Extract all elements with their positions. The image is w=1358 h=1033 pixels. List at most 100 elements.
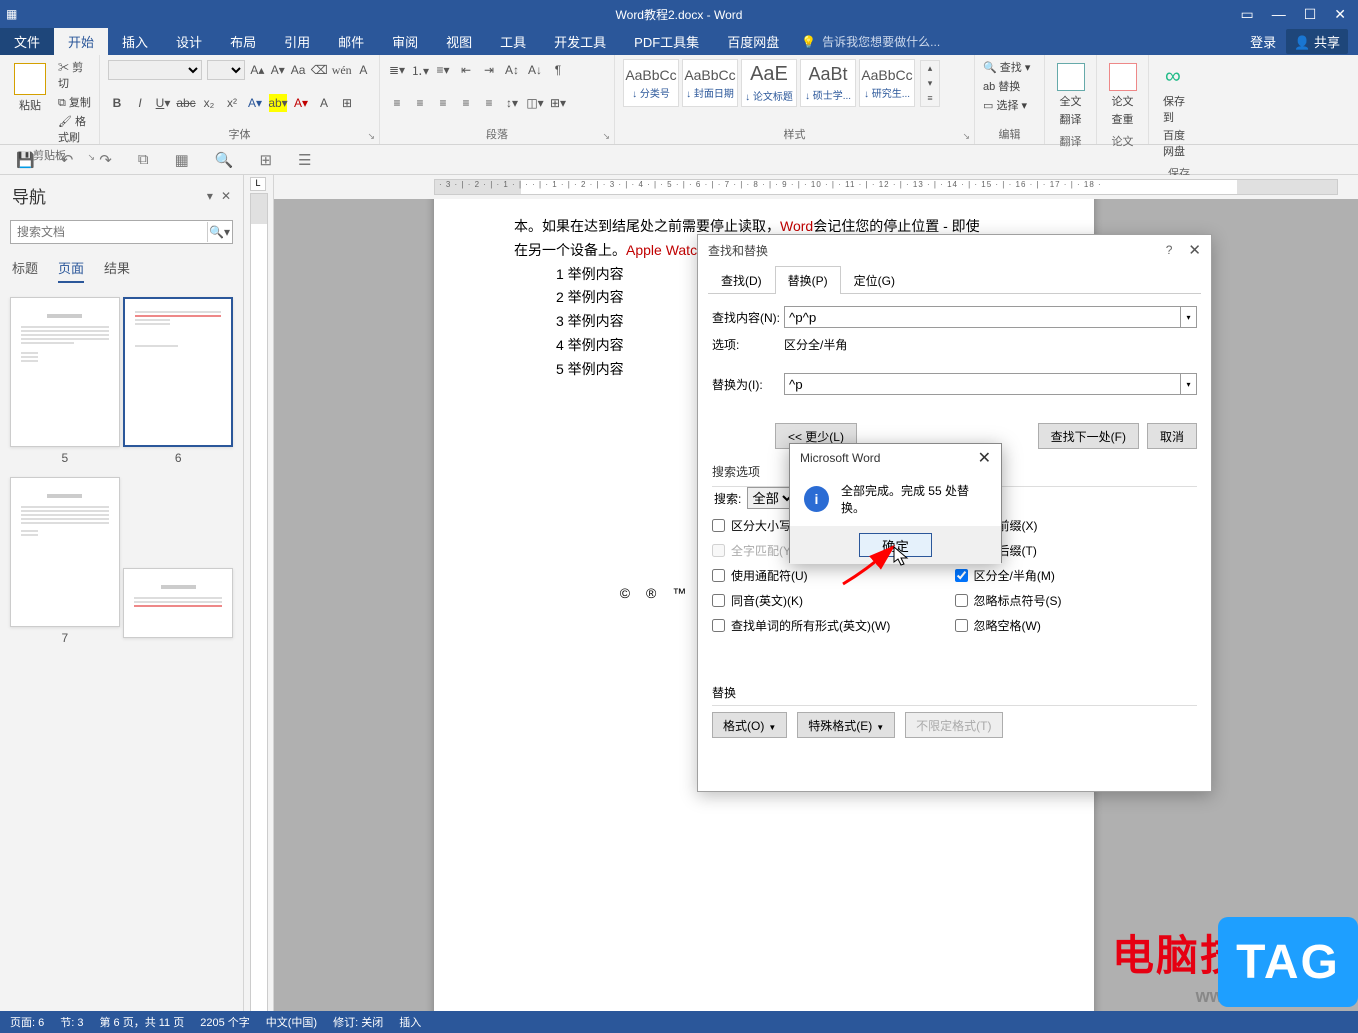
chk-all-forms[interactable]: 查找单词的所有形式(英文)(W)	[712, 617, 955, 634]
select-button[interactable]: ▭ 选择 ▾	[983, 97, 1036, 113]
chk-space[interactable]: 忽略空格(W)	[955, 617, 1198, 634]
underline-icon[interactable]: U▾	[154, 94, 172, 112]
style-gallery[interactable]: AaBbCc↓ 分类号 AaBbCc↓ 封面日期 AaE↓ 论文标题 AaBt↓…	[623, 59, 918, 107]
tab-file[interactable]: 文件	[0, 28, 54, 55]
styles-launcher[interactable]: ↘	[962, 131, 970, 142]
format-painter-button[interactable]: 🖌 格式刷	[58, 113, 91, 145]
borders-icon[interactable]: ⊞▾	[549, 94, 567, 112]
numbering-icon[interactable]: ⒈▾	[411, 61, 429, 79]
copy-button[interactable]: ⧉ 复制	[58, 94, 91, 110]
find-input[interactable]	[784, 306, 1181, 328]
special-button[interactable]: 特殊格式(E)▼	[797, 712, 895, 738]
italic-icon[interactable]: I	[131, 94, 149, 112]
minimize-icon[interactable]: —	[1272, 6, 1286, 23]
msgbox-close-icon[interactable]: ✕	[978, 448, 991, 468]
msgbox-ok-button[interactable]: 确定	[859, 533, 932, 557]
paste-button[interactable]: 粘贴	[8, 59, 52, 117]
horizontal-ruler[interactable]: · 3 · | · 2 · | · 1 · | · · | · 1 · | · …	[434, 179, 1338, 195]
tab-developer[interactable]: 开发工具	[540, 28, 620, 55]
qat-icon-6[interactable]: 🔍	[215, 151, 234, 169]
chk-width[interactable]: 区分全/半角(M)	[955, 567, 1198, 584]
status-track[interactable]: 修订: 关闭	[333, 1014, 383, 1030]
dialog-help-icon[interactable]: ?	[1166, 243, 1173, 257]
indent-inc-icon[interactable]: ⇥	[480, 61, 498, 79]
maximize-icon[interactable]: ☐	[1304, 6, 1317, 23]
save-baidu-button[interactable]: ∞ 保存到 百度网盘	[1157, 59, 1201, 163]
styles-more-icon[interactable]: ≡	[921, 91, 939, 106]
font-size-select[interactable]	[207, 60, 245, 80]
font-family-select[interactable]	[108, 60, 202, 80]
tab-tools[interactable]: 工具	[486, 28, 540, 55]
font-color-icon[interactable]: A▾	[292, 94, 310, 112]
tab-selector[interactable]: L	[250, 177, 266, 191]
share-button[interactable]: 👤 共享	[1286, 29, 1348, 54]
nav-tab-pages[interactable]: 页面	[58, 258, 84, 283]
char-shading-icon[interactable]: A	[315, 94, 333, 112]
find-next-button[interactable]: 查找下一处(F)	[1038, 423, 1139, 449]
superscript-icon[interactable]: x²	[223, 94, 241, 112]
find-dropdown[interactable]: ▾	[1181, 306, 1197, 328]
shrink-font-icon[interactable]: A▾	[270, 61, 285, 79]
multilevel-icon[interactable]: ≡▾	[434, 61, 452, 79]
bold-icon[interactable]: B	[108, 94, 126, 112]
replace-dropdown[interactable]: ▾	[1181, 373, 1197, 395]
strike-icon[interactable]: abc	[177, 94, 195, 112]
grow-font-icon[interactable]: A▴	[250, 61, 265, 79]
translate-button[interactable]: 全文 翻译	[1053, 59, 1088, 131]
bullets-icon[interactable]: ≣▾	[388, 61, 406, 79]
shading-icon[interactable]: ◫▾	[526, 94, 544, 112]
dlg-tab-find[interactable]: 查找(D)	[708, 266, 775, 294]
font-launcher[interactable]: ↘	[367, 131, 375, 142]
format-button[interactable]: 格式(O)▼	[712, 712, 787, 738]
style-item-2[interactable]: AaE↓ 论文标题	[741, 59, 797, 107]
page-thumbnails[interactable]: 5 6 7	[0, 287, 243, 1019]
show-marks-icon[interactable]: ¶	[549, 61, 567, 79]
status-page-of[interactable]: 第 6 页，共 11 页	[99, 1014, 184, 1030]
cut-button[interactable]: ✂ 剪切	[58, 59, 91, 91]
tab-insert[interactable]: 插入	[108, 28, 162, 55]
align-justify-icon[interactable]: ≡	[457, 94, 475, 112]
change-case-icon[interactable]: Aa	[290, 61, 305, 79]
close-icon[interactable]: ✕	[1334, 6, 1346, 23]
thesis-check-button[interactable]: 论文 查重	[1105, 59, 1140, 131]
phonetic-icon[interactable]: wén	[333, 61, 351, 79]
thumb-5[interactable]: 5	[10, 297, 120, 465]
style-item-3[interactable]: AaBt↓ 硕士学...	[800, 59, 856, 107]
nav-tab-results[interactable]: 结果	[104, 258, 130, 283]
ribbon-opts-icon[interactable]: ▭	[1240, 6, 1253, 23]
subscript-icon[interactable]: x₂	[200, 94, 218, 112]
clipboard-launcher[interactable]: ↘	[87, 152, 95, 163]
line-spacing-icon[interactable]: ↕▾	[503, 94, 521, 112]
style-item-1[interactable]: AaBbCc↓ 封面日期	[682, 59, 738, 107]
replace-button[interactable]: ab 替换	[983, 78, 1036, 94]
tab-review[interactable]: 审阅	[378, 28, 432, 55]
thumb-6[interactable]: 6	[123, 297, 233, 465]
enclose-icon[interactable]: A	[356, 61, 371, 79]
qat-icon-5[interactable]: ▦	[175, 151, 189, 169]
tab-view[interactable]: 视图	[432, 28, 486, 55]
nav-search-input[interactable]	[10, 220, 233, 244]
char-border-icon[interactable]: ⊞	[338, 94, 356, 112]
align-center-icon[interactable]: ≡	[411, 94, 429, 112]
align-right-icon[interactable]: ≡	[434, 94, 452, 112]
status-insert[interactable]: 插入	[399, 1014, 421, 1030]
qat-icon-8[interactable]: ☰	[298, 151, 311, 169]
status-words[interactable]: 2205 个字	[200, 1014, 250, 1030]
status-page[interactable]: 页面: 6	[10, 1014, 44, 1030]
find-button[interactable]: 🔍 查找 ▾	[983, 59, 1036, 75]
dlg-tab-replace[interactable]: 替换(P)	[775, 266, 841, 294]
tell-me[interactable]: 💡 告诉我您想要做什么...	[801, 28, 940, 55]
redo-icon[interactable]: ↷	[99, 151, 112, 169]
tab-mailings[interactable]: 邮件	[324, 28, 378, 55]
indent-dec-icon[interactable]: ⇤	[457, 61, 475, 79]
replace-input[interactable]	[784, 373, 1181, 395]
styles-up-icon[interactable]: ▴	[921, 61, 939, 76]
nav-tab-headings[interactable]: 标题	[12, 258, 38, 283]
tab-home[interactable]: 开始	[54, 28, 108, 55]
tab-design[interactable]: 设计	[162, 28, 216, 55]
status-lang[interactable]: 中文(中国)	[266, 1014, 317, 1030]
thumb-7[interactable]: 7	[10, 477, 120, 645]
chk-sounds-like[interactable]: 同音(英文)(K)	[712, 592, 955, 609]
tab-baidu[interactable]: 百度网盘	[713, 28, 793, 55]
chk-punct[interactable]: 忽略标点符号(S)	[955, 592, 1198, 609]
